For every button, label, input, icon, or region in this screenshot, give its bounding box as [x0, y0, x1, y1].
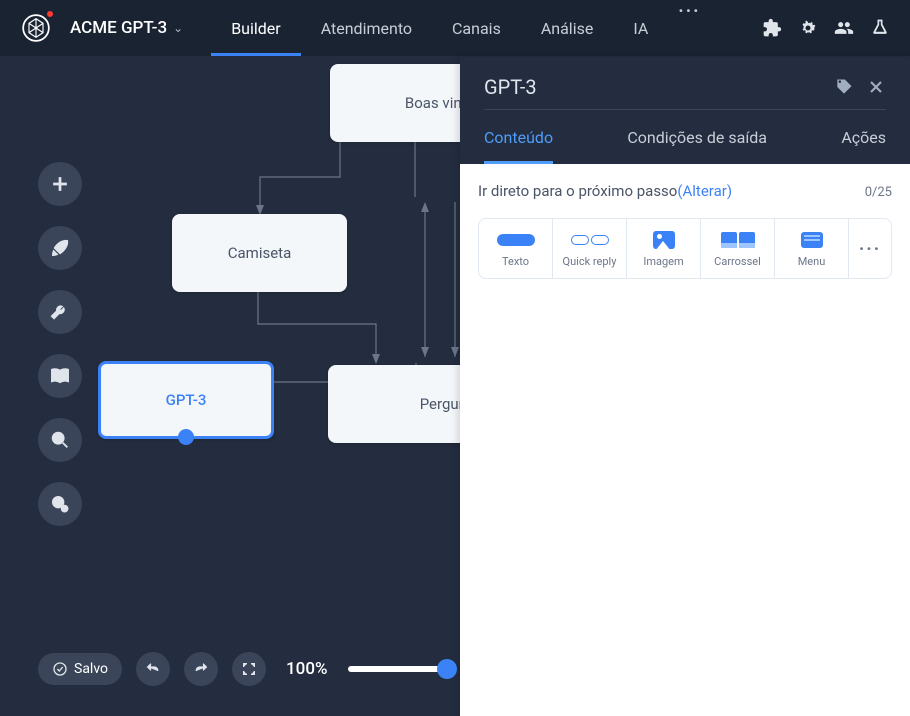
ctype-label: Carrossel	[714, 255, 761, 268]
alter-link[interactable]: (Alterar)	[677, 182, 732, 200]
search-icon	[49, 429, 71, 451]
menu-icon	[801, 231, 823, 249]
node-label: GPT-3	[166, 391, 207, 409]
app-logo[interactable]	[20, 12, 52, 44]
carousel-icon	[721, 231, 755, 249]
skip-text: Ir direto para o próximo passo	[478, 182, 677, 200]
node-camiseta[interactable]: Camiseta	[172, 214, 347, 292]
gear-icon[interactable]	[798, 18, 818, 38]
ctype-label: Texto	[502, 255, 529, 268]
team-icon[interactable]	[834, 18, 854, 38]
quickreply-icon	[571, 231, 609, 249]
plus-icon	[49, 173, 71, 195]
canvas-bottom-bar: Salvo 100%	[38, 652, 448, 686]
rocket-button[interactable]	[38, 226, 82, 270]
add-node-button[interactable]	[38, 162, 82, 206]
panel-header: GPT-3 Conteúdo Condições de saída Ações	[460, 57, 910, 164]
ctype-label: Imagem	[643, 255, 683, 268]
ctype-carrossel[interactable]: Carrossel	[701, 219, 775, 278]
rocket-icon	[49, 237, 71, 259]
nav-more-button[interactable]: ···	[668, 1, 710, 56]
panel-tab-actions[interactable]: Ações	[841, 128, 886, 164]
node-gpt3[interactable]: GPT-3	[98, 361, 274, 439]
text-icon	[497, 231, 535, 249]
panel-title[interactable]: GPT-3	[484, 75, 822, 99]
zoom-thumb[interactable]	[437, 659, 457, 679]
panel-tab-content[interactable]: Conteúdo	[484, 128, 553, 164]
redo-icon	[193, 661, 209, 677]
book-button[interactable]	[38, 354, 82, 398]
flask-icon[interactable]	[870, 18, 890, 38]
undo-button[interactable]	[136, 652, 170, 686]
node-editor-panel: GPT-3 Conteúdo Condições de saída Ações …	[460, 57, 910, 716]
ctype-quickreply[interactable]: Quick reply	[553, 219, 627, 278]
ctype-more[interactable]: ···	[849, 219, 891, 278]
save-status[interactable]: Salvo	[38, 653, 122, 685]
redo-button[interactable]	[184, 652, 218, 686]
app-title-dropdown[interactable]: ACME GPT-3 ⌄	[70, 18, 183, 38]
zoom-slider[interactable]	[348, 666, 448, 672]
nav-tab-canais[interactable]: Canais	[432, 1, 521, 56]
panel-tabs: Conteúdo Condições de saída Ações	[484, 128, 886, 164]
check-circle-icon	[52, 661, 68, 677]
tag-icon[interactable]	[834, 77, 854, 97]
content-count: 0/25	[865, 185, 892, 200]
globe-button[interactable]	[38, 482, 82, 526]
undo-icon	[145, 661, 161, 677]
nav-tabs: Builder Atendimento Canais Análise IA ··…	[211, 1, 710, 56]
search-button[interactable]	[38, 418, 82, 462]
ctype-label: Quick reply	[563, 255, 617, 268]
globe-gear-icon	[49, 493, 71, 515]
node-label: Camiseta	[228, 244, 292, 262]
zoom-level: 100%	[286, 659, 328, 679]
plugin-icon[interactable]	[762, 18, 782, 38]
book-icon	[49, 365, 71, 387]
chevron-down-icon: ⌄	[173, 21, 183, 35]
top-navbar: ACME GPT-3 ⌄ Builder Atendimento Canais …	[0, 0, 910, 57]
image-icon	[653, 231, 675, 249]
wrench-button[interactable]	[38, 290, 82, 334]
node-output-handle[interactable]	[178, 429, 194, 445]
save-label: Salvo	[74, 661, 108, 677]
ctype-texto[interactable]: Texto	[479, 219, 553, 278]
openai-icon	[22, 14, 50, 42]
nav-tab-atendimento[interactable]: Atendimento	[301, 1, 432, 56]
notification-badge	[46, 10, 54, 18]
skip-step-row: Ir direto para o próximo passo (Alterar)…	[460, 182, 910, 212]
expand-icon	[241, 661, 257, 677]
nav-tab-builder[interactable]: Builder	[211, 1, 301, 56]
panel-body: Ir direto para o próximo passo (Alterar)…	[460, 164, 910, 716]
ctype-imagem[interactable]: Imagem	[627, 219, 701, 278]
topbar-actions	[762, 18, 890, 38]
ctype-menu[interactable]: Menu	[775, 219, 849, 278]
panel-tab-exit[interactable]: Condições de saída	[627, 128, 767, 164]
fullscreen-button[interactable]	[232, 652, 266, 686]
ctype-label: Menu	[798, 255, 826, 268]
nav-tab-analise[interactable]: Análise	[521, 1, 614, 56]
app-title-text: ACME GPT-3	[70, 18, 167, 38]
canvas-toolbar	[38, 162, 82, 526]
close-icon[interactable]	[866, 77, 886, 97]
nav-tab-ia[interactable]: IA	[613, 1, 668, 56]
content-type-picker: Texto Quick reply Imagem Carrossel Menu …	[478, 218, 892, 279]
wrench-icon	[49, 301, 71, 323]
